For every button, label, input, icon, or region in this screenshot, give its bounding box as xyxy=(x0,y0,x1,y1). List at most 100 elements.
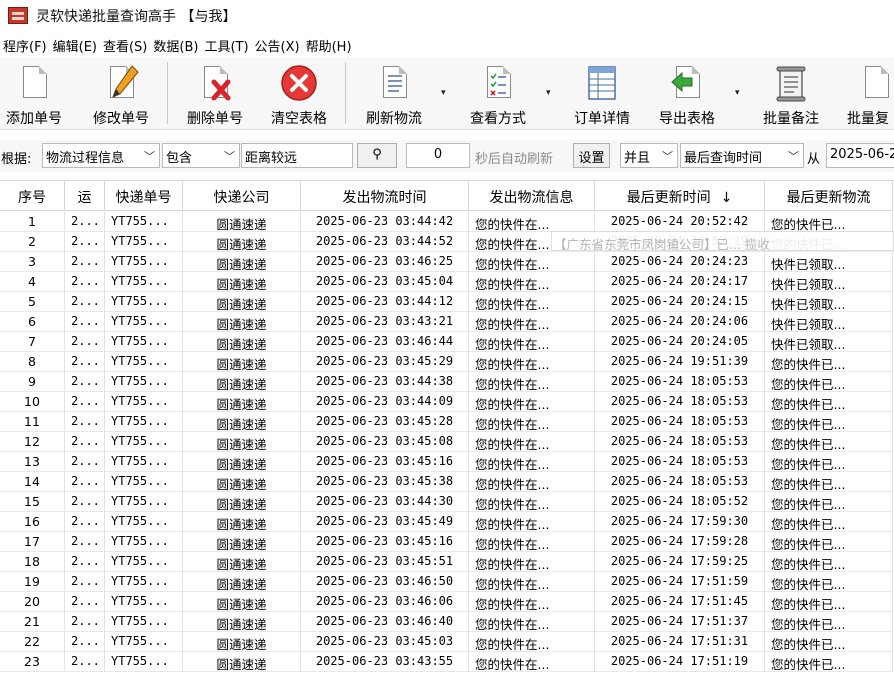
table-cell: 圆通速递 xyxy=(183,232,301,252)
table-row[interactable]: 11 2... YT755... 圆通速递 2025-06-23 03:45:28 您的快… xyxy=(0,412,893,432)
menu-announcement[interactable]: 公告(X) xyxy=(254,36,305,55)
batch-copy-button[interactable]: 批量复 xyxy=(845,58,894,130)
settings-button[interactable]: 设置 xyxy=(573,143,610,168)
table-row[interactable]: 16 2... YT755... 圆通速递 2025-06-23 03:45:49 您的快… xyxy=(0,512,893,532)
table-row[interactable]: 14 2... YT755... 圆通速递 2025-06-23 03:45:38 您的快… xyxy=(0,472,893,492)
column-header-courier[interactable]: 快递公司 xyxy=(183,181,301,211)
menu-help[interactable]: 帮助(H) xyxy=(305,36,357,55)
menu-edit[interactable]: 编辑(E) xyxy=(52,36,102,55)
table-cell: 圆通速递 xyxy=(183,352,301,372)
table-cell: 您的快件在... xyxy=(469,432,595,452)
menu-view[interactable]: 查看(S) xyxy=(102,36,152,55)
table-cell: 2... xyxy=(65,492,105,512)
column-header-sent-time[interactable]: 发出物流时间 xyxy=(301,181,469,211)
column-header-index[interactable]: 序号 xyxy=(0,181,65,211)
table-row[interactable]: 1 2... YT755... 圆通速递 2025-06-23 03:44:42 您的快件… xyxy=(0,212,893,232)
table-cell: 您的快件在... xyxy=(469,352,595,372)
clear-table-button[interactable]: 清空表格 xyxy=(268,58,330,130)
table-cell: 您的快件在... xyxy=(469,392,595,412)
table-row[interactable]: 6 2... YT755... 圆通速递 2025-06-23 03:43:21 您的快件… xyxy=(0,312,893,332)
table-cell: 2... xyxy=(65,372,105,392)
date-field-select[interactable]: 最后查询时间 ﹀ xyxy=(680,143,804,168)
table-row[interactable]: 8 2... YT755... 圆通速递 2025-06-23 03:45:29 您的快件… xyxy=(0,352,893,372)
table-cell: 您的快件在... xyxy=(469,312,595,332)
table-cell: YT755... xyxy=(105,492,183,512)
menu-program[interactable]: 程序(F) xyxy=(2,36,52,55)
column-header-label: 快递单号 xyxy=(115,190,172,206)
table-cell: 您的快件已... xyxy=(765,552,893,572)
delete-tracking-button[interactable]: 删除单号 xyxy=(184,58,246,130)
refresh-logistics-label: 刷新物流 xyxy=(366,111,422,127)
operator-select[interactable]: 包含 ﹀ xyxy=(162,143,240,168)
cell-tooltip: 【广东省东莞市凤岗镇公司】已... 揽收 xyxy=(551,231,894,251)
logic-select[interactable]: 并且 ﹀ xyxy=(620,143,678,168)
edit-tracking-button[interactable]: 修改单号 xyxy=(90,58,152,130)
refresh-dropdown-icon[interactable]: ▾ xyxy=(441,88,446,98)
order-details-button[interactable]: 订单详情 xyxy=(571,58,633,130)
column-header-label: 快递公司 xyxy=(213,190,270,206)
export-dropdown-icon[interactable]: ▾ xyxy=(735,88,740,98)
table-cell: 2025-06-23 03:45:49 xyxy=(301,512,469,532)
table-cell: YT755... xyxy=(105,292,183,312)
table-cell: 2... xyxy=(65,392,105,412)
add-tracking-button[interactable]: 添加单号 xyxy=(4,58,64,130)
column-header-last-update-time[interactable]: 最后更新时间 ↓ xyxy=(595,181,765,211)
view-dropdown-icon[interactable]: ▾ xyxy=(546,88,551,98)
batch-note-button[interactable]: 批量备注 xyxy=(760,58,822,130)
table-cell: YT755... xyxy=(105,432,183,452)
chevron-down-icon: ﹀ xyxy=(788,150,799,163)
refresh-seconds-input[interactable]: 0 xyxy=(406,143,470,168)
column-header-status[interactable]: 运 xyxy=(65,181,105,211)
table-row[interactable]: 13 2... YT755... 圆通速递 2025-06-23 03:45:16 您的快… xyxy=(0,452,893,472)
table-cell: 2025-06-24 20:24:17 xyxy=(595,272,765,292)
search-button[interactable]: ⚲ xyxy=(357,143,397,168)
refresh-logistics-button[interactable]: 刷新物流 xyxy=(363,58,425,130)
menu-data[interactable]: 数据(B) xyxy=(152,36,203,55)
table-cell: 12 xyxy=(0,432,65,452)
settings-button-label: 设置 xyxy=(578,151,605,166)
column-header-tracking-number[interactable]: 快递单号 xyxy=(105,181,183,211)
clear-stop-icon xyxy=(280,64,318,104)
table-cell: 快件已领取... xyxy=(765,272,893,292)
table-cell: 圆通速递 xyxy=(183,372,301,392)
table-row[interactable]: 12 2... YT755... 圆通速递 2025-06-23 03:45:08 您的快… xyxy=(0,432,893,452)
table-cell: 2025-06-24 17:51:31 xyxy=(595,632,765,652)
toolbar-separator xyxy=(345,62,346,124)
table-row[interactable]: 17 2... YT755... 圆通速递 2025-06-23 03:45:16 您的快… xyxy=(0,532,893,552)
table-row[interactable]: 23 2... YT755... 圆通速递 2025-06-23 03:43:55 您的快… xyxy=(0,652,893,672)
keyword-input[interactable]: 距离较远 xyxy=(241,143,353,168)
table-cell: 您的快件在... xyxy=(469,472,595,492)
table-row[interactable]: 19 2... YT755... 圆通速递 2025-06-23 03:46:50 您的快… xyxy=(0,572,893,592)
table-row[interactable]: 22 2... YT755... 圆通速递 2025-06-23 03:45:03 您的快… xyxy=(0,632,893,652)
table-cell: 16 xyxy=(0,512,65,532)
table-row[interactable]: 7 2... YT755... 圆通速递 2025-06-23 03:46:44 您的快件… xyxy=(0,332,893,352)
table-cell: 圆通速递 xyxy=(183,452,301,472)
table-cell: 2... xyxy=(65,512,105,532)
field-select[interactable]: 物流过程信息 ﹀ xyxy=(42,143,160,168)
column-header-last-update-info[interactable]: 最后更新物流 xyxy=(765,181,893,211)
table-cell: 21 xyxy=(0,612,65,632)
column-header-sent-info[interactable]: 发出物流信息 xyxy=(469,181,595,211)
table-cell: 2025-06-24 20:52:42 xyxy=(595,212,765,232)
table-row[interactable]: 10 2... YT755... 圆通速递 2025-06-23 03:44:09 您的快… xyxy=(0,392,893,412)
table-row[interactable]: 3 2... YT755... 圆通速递 2025-06-23 03:46:25 您的快件… xyxy=(0,252,893,272)
table-cell: 您的快件已... xyxy=(765,532,893,552)
from-date-input[interactable]: 2025-06-2 xyxy=(826,143,894,168)
table-cell: 圆通速递 xyxy=(183,612,301,632)
table-cell: 您的快件在... xyxy=(469,332,595,352)
table-cell: 您的快件已... xyxy=(765,432,893,452)
table-cell: YT755... xyxy=(105,392,183,412)
table-row[interactable]: 4 2... YT755... 圆通速递 2025-06-23 03:45:04 您的快件… xyxy=(0,272,893,292)
table-cell: 11 xyxy=(0,412,65,432)
table-row[interactable]: 21 2... YT755... 圆通速递 2025-06-23 03:46:40 您的快… xyxy=(0,612,893,632)
view-mode-button[interactable]: 查看方式 xyxy=(467,58,529,130)
table-cell: 您的快件已... xyxy=(765,612,893,632)
table-row[interactable]: 20 2... YT755... 圆通速递 2025-06-23 03:46:06 您的快… xyxy=(0,592,893,612)
table-row[interactable]: 5 2... YT755... 圆通速递 2025-06-23 03:44:12 您的快件… xyxy=(0,292,893,312)
table-cell: 您的快件已... xyxy=(765,212,893,232)
table-row[interactable]: 15 2... YT755... 圆通速递 2025-06-23 03:44:30 您的快… xyxy=(0,492,893,512)
table-row[interactable]: 9 2... YT755... 圆通速递 2025-06-23 03:44:38 您的快件… xyxy=(0,372,893,392)
menu-tools[interactable]: 工具(T) xyxy=(203,36,253,55)
export-table-button[interactable]: 导出表格 xyxy=(656,58,718,130)
table-row[interactable]: 18 2... YT755... 圆通速递 2025-06-23 03:45:51 您的快… xyxy=(0,552,893,572)
